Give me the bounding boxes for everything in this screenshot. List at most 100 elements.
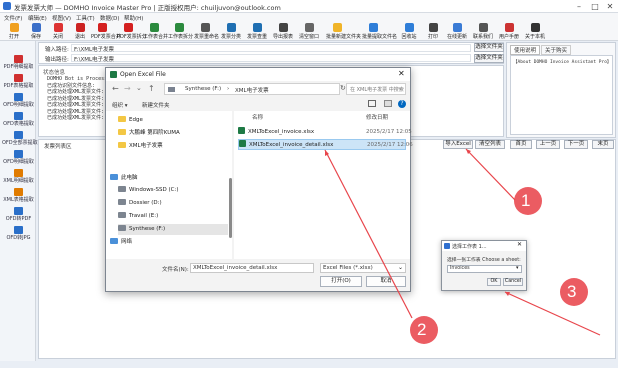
menu-edit[interactable]: 编辑(E) xyxy=(28,14,47,22)
file-row[interactable]: XMLToExcel_invoice.xlsx 2025/2/17 12:05 xyxy=(238,127,412,138)
tree-item[interactable]: Dossier (D:) xyxy=(118,198,162,209)
tab-purchase[interactable]: 关于购买 xyxy=(541,45,572,55)
address-bar[interactable]: Synthese (F:) › XML电子发票 xyxy=(164,83,340,95)
toolbar-button[interactable]: 发票分类 xyxy=(220,22,242,41)
tree-item[interactable]: Windows-SSD (C:) xyxy=(118,185,179,196)
sidebar-item[interactable]: PDF明细提取 xyxy=(2,55,35,70)
breadcrumb-drive[interactable]: Synthese (F:) xyxy=(185,86,221,92)
toolbar-button[interactable]: 工作表拆分 xyxy=(168,22,193,41)
filetype-select[interactable]: Excel Files (*.xlsx) ⌄ xyxy=(320,263,406,273)
select-input-folder-button[interactable]: 选择文件夹 xyxy=(474,43,504,52)
sidebar-item-label: XML表格提取 xyxy=(3,197,34,203)
toolbar-button[interactable]: 关于本机 xyxy=(524,22,546,41)
up-arrow-icon[interactable]: ↑ xyxy=(148,84,155,93)
toolbar-button[interactable]: 批量新建文件夹 xyxy=(326,22,361,41)
new-folder-button[interactable]: 新建文件夹 xyxy=(142,101,170,109)
toolbar-button-label: 打开 xyxy=(8,34,19,40)
view-options-icon[interactable] xyxy=(368,100,376,107)
menu-data[interactable]: 数据(D) xyxy=(100,14,120,22)
toolbar-button-label: 导出报表 xyxy=(272,34,293,40)
toolbar-button[interactable]: 打印 xyxy=(422,22,444,41)
toolbar-button[interactable]: 回收站 xyxy=(398,22,420,41)
menu-file[interactable]: 文件(F) xyxy=(4,14,22,22)
forward-arrow-icon[interactable]: → xyxy=(124,84,131,93)
toolbar-button[interactable]: 发票查重 xyxy=(246,22,268,41)
preview-pane-icon[interactable] xyxy=(384,100,392,107)
sidebar-item[interactable]: OFD转JPG xyxy=(2,226,35,241)
open-button[interactable]: 打开(O) xyxy=(320,276,362,287)
tree-scrollbar[interactable] xyxy=(229,178,232,238)
toolbar-button[interactable]: 工作表合并 xyxy=(143,22,168,41)
tree-item[interactable]: 大鹏峰 第四阶KUMA xyxy=(118,128,180,139)
toolbar-button[interactable]: 在线更新 xyxy=(446,22,468,41)
sheet-cancel-button[interactable]: Cancel xyxy=(503,278,523,286)
sheet-dialog-close-icon[interactable]: ✕ xyxy=(517,241,522,248)
toolbar-button[interactable]: 清空窗口 xyxy=(298,22,320,41)
toolbar-button[interactable]: PDF发票拆分 xyxy=(117,22,147,41)
organize-button[interactable]: 组织 ▾ xyxy=(112,101,128,109)
tree-item[interactable]: Travail (E:) xyxy=(118,211,158,222)
open-file-dialog: Open Excel File ✕ ← → ⌄ ↑ Synthese (F:) … xyxy=(105,67,413,292)
menu-help[interactable]: 帮助(H) xyxy=(124,14,143,22)
sidebar-item[interactable]: XML明细提取 xyxy=(2,169,35,184)
file-row-selected[interactable]: XMLToExcel_invoice_detail.xlsx 2025/2/17… xyxy=(238,139,413,150)
dialog-close-button[interactable]: ✕ xyxy=(398,69,405,78)
menu-tools[interactable]: 工具(T) xyxy=(76,14,95,22)
tree-item[interactable]: Edge xyxy=(118,115,143,126)
about-text: 【About DOMHO Invoice Assistant Pro】 xyxy=(513,60,612,65)
sidebar-item-label: PDF明细提取 xyxy=(3,64,34,70)
tree-item[interactable]: Synthese (F:) xyxy=(118,224,228,235)
sidebar-item[interactable]: XML表格提取 xyxy=(2,188,35,203)
sheet-ok-button[interactable]: OK xyxy=(487,278,501,286)
toolbar-button-label: 在线更新 xyxy=(446,34,467,40)
next-page-button[interactable]: 下一页 xyxy=(564,140,588,149)
dropdown-chevron-icon[interactable]: ⌄ xyxy=(136,84,142,92)
toolbar-button[interactable]: 批量提取文件名 xyxy=(362,22,397,41)
output-path-field[interactable]: F:\XML电子发票 xyxy=(71,54,471,63)
sidebar-item[interactable]: OFD明细提取 xyxy=(2,93,35,108)
minimize-button[interactable]: – xyxy=(572,1,586,12)
toolbar-button[interactable]: 关闭 xyxy=(47,22,69,41)
file-date: 2025/2/17 12:05 xyxy=(366,129,412,135)
sidebar-item[interactable]: PDF表格提取 xyxy=(2,74,35,89)
tree-item[interactable]: 网络 xyxy=(110,237,132,248)
tree-item[interactable]: XML电子发票 xyxy=(118,141,163,152)
prev-page-button[interactable]: 上一页 xyxy=(536,140,560,149)
sidebar-item[interactable]: OFD全部票提取 xyxy=(2,131,38,146)
file-search-input[interactable]: 在 XML电子发票 中搜索 xyxy=(346,83,406,95)
column-date-header[interactable]: 修改日期 xyxy=(366,113,388,121)
close-window-button[interactable]: ✕ xyxy=(603,1,617,12)
sheet-select[interactable]: Invoices ▾ xyxy=(447,265,522,273)
sidebar-item[interactable]: OFD明细提取 xyxy=(2,150,35,165)
toolbar-button[interactable]: 联系我们 xyxy=(472,22,494,41)
tree-item-label: Windows-SSD (C:) xyxy=(129,187,179,193)
cancel-button[interactable]: 取消 xyxy=(366,276,406,287)
toolbar-button[interactable]: 发票重命名 xyxy=(194,22,219,41)
column-name-header[interactable]: 名称 xyxy=(252,113,263,121)
toolbar-button[interactable]: 导出报表 xyxy=(272,22,294,41)
import-excel-button[interactable]: 导入Excel xyxy=(443,140,473,149)
clear-list-button[interactable]: 清空列表 xyxy=(475,140,505,149)
toolbar-button[interactable]: 用户手册 xyxy=(498,22,520,41)
toolbar-button[interactable]: 保存 xyxy=(25,22,47,41)
refresh-icon[interactable]: ↻ xyxy=(340,84,346,92)
last-page-button[interactable]: 末页 xyxy=(592,140,614,149)
tab-instructions[interactable]: 使用说明 xyxy=(510,45,541,55)
rename-icon xyxy=(200,23,210,32)
toolbar-button[interactable]: PDF发票合并 xyxy=(91,22,121,41)
filename-input[interactable]: XMLToExcel_invoice_detail.xlsx xyxy=(190,263,314,273)
input-path-field[interactable]: F:\XML电子发票 xyxy=(71,44,471,53)
tree-item[interactable]: 此电脑 xyxy=(110,173,138,184)
sidebar-item[interactable]: OFD转PDF xyxy=(2,207,35,222)
first-page-button[interactable]: 首页 xyxy=(510,140,532,149)
select-output-folder-button[interactable]: 选择文件夹 xyxy=(474,54,504,63)
maximize-button[interactable]: □ xyxy=(588,1,602,12)
back-arrow-icon[interactable]: ← xyxy=(112,84,119,93)
menu-view[interactable]: 视图(V) xyxy=(52,14,71,22)
sidebar-item[interactable]: OFD表格提取 xyxy=(2,112,35,127)
toolbar-button[interactable]: 退出 xyxy=(69,22,91,41)
toolbar-button[interactable]: 打开 xyxy=(3,22,25,41)
help-icon[interactable]: ? xyxy=(398,100,406,108)
file-name: XMLToExcel_invoice.xlsx xyxy=(248,129,315,135)
breadcrumb-folder[interactable]: XML电子发票 xyxy=(235,86,269,94)
